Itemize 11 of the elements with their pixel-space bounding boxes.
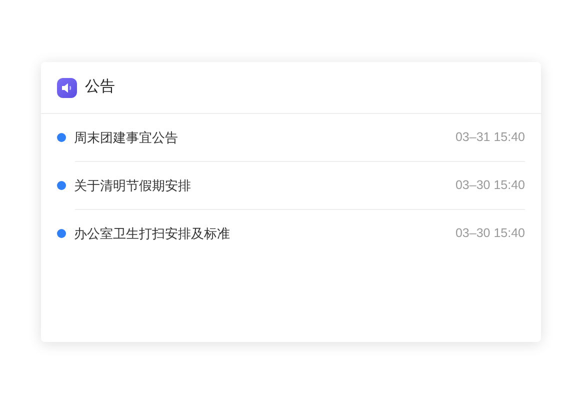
speaker-icon: [57, 78, 77, 98]
notice-time: 03–30 15:40: [455, 177, 525, 194]
notice-link[interactable]: 办公室卫生打扫安排及标准: [74, 224, 456, 244]
notice-time: 03–31 15:40: [455, 129, 525, 146]
bullet-dot: [57, 229, 66, 238]
card-title: 公告: [85, 77, 115, 98]
bullet-dot: [57, 181, 66, 190]
notice-link[interactable]: 周末团建事宜公告: [74, 128, 456, 148]
notice-time: 03–30 15:40: [455, 225, 525, 242]
notice-link[interactable]: 关于清明节假期安排: [74, 176, 456, 196]
bullet-dot: [57, 133, 66, 142]
